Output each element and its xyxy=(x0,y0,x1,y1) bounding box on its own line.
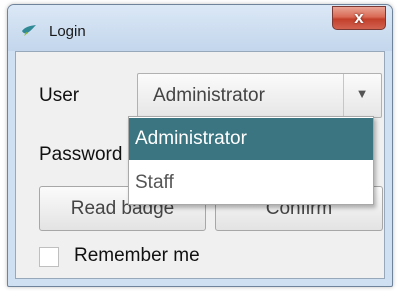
dropdown-option-administrator[interactable]: Administrator xyxy=(129,118,373,160)
remember-me-checkbox[interactable] xyxy=(39,247,59,267)
window-title: Login xyxy=(49,23,86,40)
title-bar[interactable]: Login x xyxy=(8,5,392,51)
close-icon: x xyxy=(354,8,364,27)
user-dropdown-list: Administrator Staff xyxy=(128,116,374,205)
chevron-down-icon[interactable]: ▼ xyxy=(343,86,381,101)
dropdown-option-staff[interactable]: Staff xyxy=(129,162,373,204)
remember-me-label: Remember me xyxy=(74,245,200,266)
user-label: User xyxy=(39,85,80,106)
app-bird-icon xyxy=(22,25,36,36)
user-combobox-value: Administrator xyxy=(153,85,265,106)
close-button[interactable]: x xyxy=(332,6,386,30)
dropdown-option-label: Staff xyxy=(135,172,174,193)
password-label: Password xyxy=(39,144,123,165)
user-combobox[interactable]: Administrator ▼ xyxy=(137,73,382,118)
dropdown-option-label: Administrator xyxy=(135,128,247,149)
